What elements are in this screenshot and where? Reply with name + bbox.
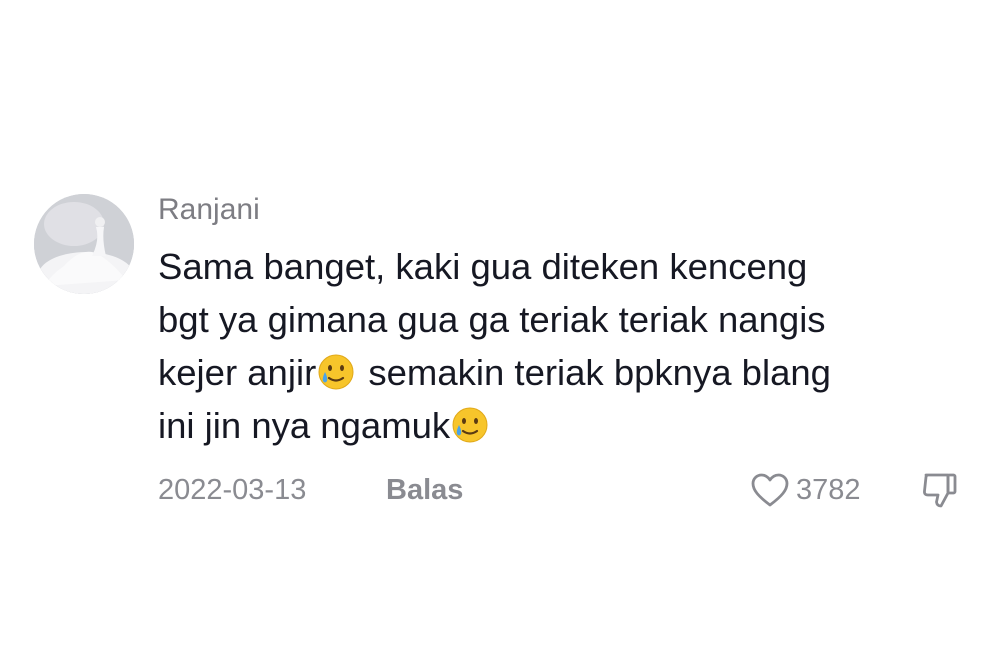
comment-date: 2022-03-13 (158, 474, 307, 506)
comment-line-4: ini jin nya ngamuk (158, 399, 958, 452)
comment-line-3b: semakin teriak bpknya blang (358, 352, 831, 393)
comment-footer: 2022-03-13 Balas 3782 (158, 470, 968, 510)
thumbs-down-icon[interactable] (920, 471, 960, 509)
comment-line-2: bgt ya gimana gua ga teriak teriak nangi… (158, 299, 826, 340)
comment-item: Ranjani Sama banget, kaki gua diteken ke… (34, 188, 974, 518)
like-count: 3782 (796, 474, 861, 506)
reply-button[interactable]: Balas (386, 470, 463, 510)
avatar-image (34, 194, 134, 294)
username[interactable]: Ranjani (158, 192, 260, 228)
smiling-face-with-tear-icon (317, 353, 355, 391)
comment-line-4a: ini jin nya ngamuk (158, 405, 451, 446)
comment-text: Sama banget, kaki gua diteken kenceng bg… (158, 240, 958, 452)
comment-line-3: kejer anjir semakin teriak bpknya blang (158, 346, 958, 399)
comment-line-3a: kejer anjir (158, 352, 317, 393)
smiling-face-with-tear-icon (451, 406, 489, 444)
heart-outline-icon[interactable] (750, 472, 790, 508)
avatar[interactable] (34, 194, 134, 294)
comment-line-1: Sama banget, kaki gua diteken kenceng (158, 246, 808, 287)
